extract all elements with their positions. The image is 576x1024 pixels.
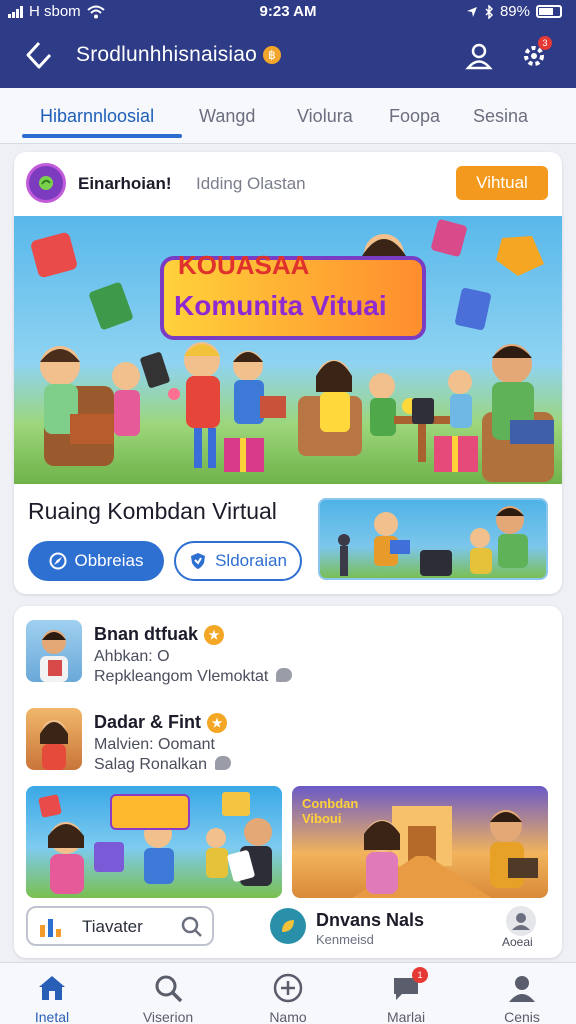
list-item-title: Bnan dtfuak ★ [94,624,225,645]
community-image-tile[interactable] [26,786,282,898]
nav-add-label: Namo [269,1009,307,1024]
search-field[interactable]: Tiavater [26,906,214,946]
bottom-navigation: Inetal Viserion Namo 1 Marlai Cenis [0,962,576,1024]
leaf-icon [39,176,53,190]
profile-icon [505,971,539,1005]
join-button[interactable]: Sldoraian [174,541,302,581]
search-icon[interactable] [180,915,204,939]
status-bar: H sbom 9:23 AM 89% [0,0,576,26]
tab-home[interactable]: Hibarnnloosial [40,106,154,127]
coin-icon: ฿ [263,46,282,64]
comment-icon[interactable] [214,756,231,770]
list-item-description-text: Salag Ronalkan [94,756,207,773]
nav-home[interactable]: Inetal [2,967,102,1024]
explore-button[interactable]: Obbreias [28,541,164,581]
list-item-avatar [26,620,82,682]
profile-avatar[interactable] [270,908,306,944]
list-item-avatar [26,708,82,770]
nav-search[interactable]: Viserion [118,967,218,1024]
nav-messages[interactable]: 1 Marlai [356,967,456,1024]
battery-percent: 89% [499,3,530,20]
search-icon [151,971,185,1005]
feature-thumbnail[interactable] [318,498,548,580]
banner-main-text: Komunita Vituai [174,290,387,321]
list-item-title-text: Dadar & Fint [94,712,202,732]
list-item-detail: Ahbkan: O [94,648,170,665]
nav-messages-label: Marlai [386,1009,426,1024]
compass-icon [49,552,66,570]
mini-avatar-button[interactable] [506,906,536,936]
tab-foopa[interactable]: Foopa [389,106,440,127]
home-icon [35,971,69,1005]
feature-title[interactable]: Ruaing Kombdan Virtual [28,498,277,525]
notification-badge: 3 [538,36,552,50]
tab-violura[interactable]: Violura [297,106,353,127]
tile-sign-text: Conbdan Viboui [302,796,359,826]
back-chevron-icon [26,41,52,69]
list-item-description: Repkleangom Vlemoktat [94,668,293,686]
list-item[interactable]: Dadar & Fint ★ Malvien: Oomant Salag Rona… [14,698,562,778]
nav-search-label: Viserion [142,1009,194,1024]
thumbnail-illustration [338,506,528,576]
list-item[interactable]: Bnan dtfuak ★ Ahbkan: O Repkleangom Vlemo… [14,610,562,690]
author-avatar[interactable] [26,163,66,203]
user-circle-icon [512,913,530,930]
list-item-description-text: Repkleangom Vlemoktat [94,668,269,685]
shield-icon [191,553,206,569]
virtual-badge-button[interactable]: Vihtual [456,166,548,200]
community-list-card: Bnan dtfuak ★ Ahbkan: O Repkleangom Vlemo… [14,606,562,958]
profile-name: Dnvans Nals [316,910,425,930]
nav-profile-label: Cenis [504,1009,540,1024]
mini-avatar-label: Aoeai [502,935,533,949]
list-item-title: Dadar & Fint ★ [94,712,228,733]
star-icon: ★ [204,625,225,645]
star-icon: ★ [207,713,228,733]
notifications-button[interactable]: 3 [516,36,552,74]
banner-top-text: KOUASAA [178,250,310,280]
page-title-text: Srodlunhhisnaisiao [76,43,258,66]
search-field-label: Tiavater [82,917,143,936]
feature-card-header: Einarhoian! Idding Olastan Vihtual [14,152,562,214]
location-icon [466,6,477,17]
join-button-label: Sldoraian [215,551,287,570]
add-icon [271,971,305,1005]
battery-icon [536,5,562,18]
community-image-tile[interactable]: Conbdan Viboui [292,786,548,898]
person-avatar-icon [40,720,68,770]
tile-sign [110,794,190,830]
user-outline-icon [465,43,493,70]
chart-icon [40,917,61,937]
status-right: 89% [466,3,562,20]
title-bar: Srodlunhhisnaisiao ฿ 3 [0,30,576,80]
leaf-icon [282,920,294,932]
page-title: Srodlunhhisnaisiao ฿ [76,43,282,67]
feature-card[interactable]: Einarhoian! Idding Olastan Vihtual KOUAS… [14,152,562,594]
list-item-description: Salag Ronalkan [94,756,231,774]
author-subtitle: Idding Olastan [196,174,306,193]
messages-badge: 1 [412,967,428,983]
tab-wangd[interactable]: Wangd [199,106,255,127]
active-tab-indicator [22,134,182,138]
feature-banner-image[interactable]: KOUASAA Komunita Vituai [14,216,562,484]
nav-add[interactable]: Namo [238,967,338,1024]
banner-sign: KOUASAA Komunita Vituai [160,250,426,340]
nav-profile[interactable]: Cenis [472,967,572,1024]
list-item-title-text: Bnan dtfuak [94,624,199,644]
back-button[interactable] [22,38,56,72]
profile-button[interactable] [462,38,498,74]
tab-sesina[interactable]: Sesina [473,106,528,127]
list-item-detail: Malvien: Oomant [94,736,215,753]
nav-home-label: Inetal [34,1009,70,1024]
person-avatar-icon [40,630,68,682]
app-header: H sbom 9:23 AM 89% Srodlunhhisnaisiao ฿ 3 [0,0,576,88]
comment-icon[interactable] [276,668,293,682]
bluetooth-icon [485,4,494,19]
profile-subtitle: Kenmeisd [316,932,374,947]
explore-button-label: Obbreias [74,551,144,570]
author-name: Einarhoian! [78,174,172,193]
